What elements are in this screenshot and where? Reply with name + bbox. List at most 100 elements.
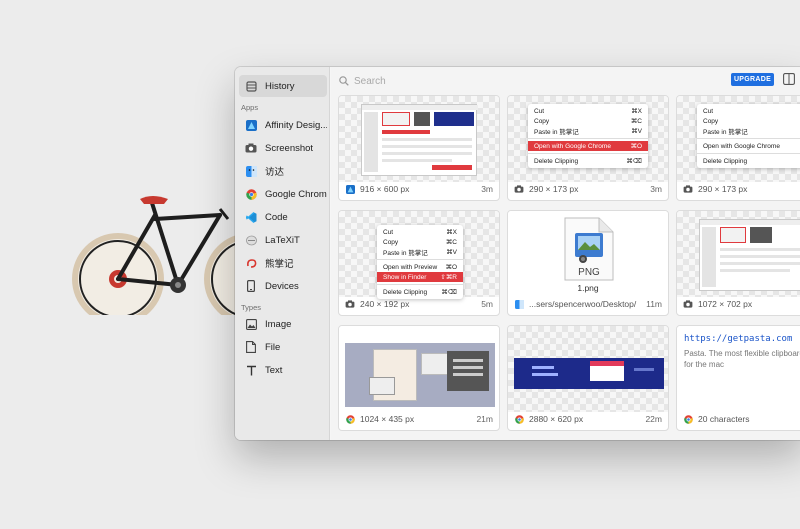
latexit-icon xyxy=(245,234,257,246)
finder-icon xyxy=(514,299,524,309)
sidebar: History Apps Affinity Desig... Screensho… xyxy=(235,67,330,440)
sidebar-item-bear[interactable]: 熊掌记 xyxy=(239,252,327,274)
png-file-icon: PNG xyxy=(564,217,614,281)
clip-time: 11m xyxy=(646,299,662,309)
sidebar-item-label: Text xyxy=(265,364,283,376)
clip-text: Pasta. The most flexible clipboard manag… xyxy=(684,349,800,369)
sidebar-item-affinity-designer[interactable]: Affinity Desig... xyxy=(239,114,327,136)
sidebar-item-label: Code xyxy=(265,211,288,223)
sidebar-item-label: 访达 xyxy=(265,167,285,178)
bicycle-illustration xyxy=(72,196,260,315)
finder-icon xyxy=(245,165,257,177)
camera-icon xyxy=(514,184,524,194)
sidebar-item-file[interactable]: File xyxy=(239,336,327,358)
sidebar-item-label: Image xyxy=(265,318,292,330)
chrome-icon xyxy=(514,414,524,424)
clip-card[interactable]: Cut ⌘X Copy ⌘C Paste in 熊掌记 ⌘V Open with Pr… xyxy=(338,210,500,316)
image-icon xyxy=(245,318,257,330)
camera-icon xyxy=(683,184,693,194)
clip-thumbnail xyxy=(339,96,499,182)
clip-link: https://getpasta.com xyxy=(684,334,793,344)
clip-description: 1024 × 435 px xyxy=(360,414,415,424)
sidebar-item-label: 熊掌记 xyxy=(265,259,294,270)
clip-card[interactable]: 1072 × 702 px xyxy=(676,210,800,316)
camera-icon xyxy=(245,142,257,154)
clip-thumbnail xyxy=(339,326,499,412)
sidebar-item-label: File xyxy=(265,341,281,353)
context-menu-preview: Cut⌘X Copy⌘C Paste in 熊掌记 Open with Goog… xyxy=(697,104,800,168)
clip-card[interactable]: Cut ⌘X Copy ⌘C Paste in 熊掌记 ⌘V Open with Go… xyxy=(507,95,669,201)
search-placeholder: Search xyxy=(354,75,386,87)
device-icon xyxy=(245,280,257,292)
clip-card[interactable]: 916 × 600 px 3m xyxy=(338,95,500,201)
clip-description: 2880 × 620 px xyxy=(529,414,584,424)
file-type-label: PNG xyxy=(578,267,600,278)
clip-time: 22m xyxy=(645,414,662,424)
search-input[interactable]: Search xyxy=(339,73,386,89)
sidebar-item-label: Devices xyxy=(265,280,299,292)
file-icon xyxy=(245,341,257,353)
clip-card[interactable]: Cut⌘X Copy⌘C Paste in 熊掌记 Open with Goog… xyxy=(676,95,800,201)
sidebar-item-history[interactable]: History xyxy=(239,75,327,97)
clip-thumbnail: PNG 1.png xyxy=(508,211,668,297)
sidebar-item-latexit[interactable]: LaTeXiT xyxy=(239,229,327,251)
sidebar-item-label: LaTeXiT xyxy=(265,234,300,246)
clip-time: 5m xyxy=(481,299,493,309)
clip-card[interactable]: https://getpasta.com Pasta. The most fle… xyxy=(676,325,800,431)
sidebar-item-devices[interactable]: Devices xyxy=(239,275,327,297)
clip-description: 290 × 173 px xyxy=(698,184,748,194)
clip-description: 20 characters xyxy=(698,414,750,424)
clip-thumbnail: Cut ⌘X Copy ⌘C Paste in 熊掌记 ⌘V Open with Go… xyxy=(508,96,668,182)
sidebar-item-finder[interactable]: 访达 xyxy=(239,160,327,182)
sidebar-item-text[interactable]: Text xyxy=(239,359,327,381)
file-name: 1.png xyxy=(577,283,599,293)
clip-thumbnail: Cut⌘X Copy⌘C Paste in 熊掌记 Open with Goog… xyxy=(677,96,800,182)
clip-thumbnail: Cut ⌘X Copy ⌘C Paste in 熊掌记 ⌘V Open with Pr… xyxy=(339,211,499,299)
upgrade-button[interactable]: UPGRADE xyxy=(731,73,774,86)
clip-time: 3m xyxy=(481,184,493,194)
clip-description: 290 × 173 px xyxy=(529,184,579,194)
clip-card[interactable]: PNG 1.png ...sers/spencerwoo/Desktop/ 11… xyxy=(507,210,669,316)
camera-icon xyxy=(683,299,693,309)
clip-thumbnail: https://getpasta.com Pasta. The most fle… xyxy=(677,326,800,412)
sidebar-item-label: Screenshot xyxy=(265,142,314,154)
bear-icon xyxy=(245,257,257,269)
chrome-icon xyxy=(245,188,257,200)
clip-time: 3m xyxy=(650,184,662,194)
context-menu-preview: Cut ⌘X Copy ⌘C Paste in 熊掌记 ⌘V Open with Go… xyxy=(528,104,648,168)
image-preview xyxy=(345,343,495,407)
sidebar-item-label: Google Chrome xyxy=(265,188,327,200)
vscode-icon xyxy=(245,211,257,223)
sidebar-item-code[interactable]: Code xyxy=(239,206,327,228)
sidebar-item-image[interactable]: Image xyxy=(239,313,327,335)
clip-card[interactable]: 2880 × 620 px 22m xyxy=(507,325,669,431)
apps-heading: Apps xyxy=(241,103,259,112)
history-icon xyxy=(245,80,257,92)
clip-description: 240 × 192 px xyxy=(360,299,410,309)
clip-description: 916 × 600 px xyxy=(360,184,410,194)
affinity-designer-icon xyxy=(345,184,355,194)
clip-time: 21m xyxy=(476,414,493,424)
clip-description: ...sers/spencerwoo/Desktop/ xyxy=(529,299,637,309)
sidebar-item-google-chrome[interactable]: Google Chrome xyxy=(239,183,327,205)
pasta-window: History Apps Affinity Desig... Screensho… xyxy=(235,67,800,440)
text-icon xyxy=(245,364,257,376)
chrome-icon xyxy=(345,414,355,424)
context-menu-preview: Cut ⌘X Copy ⌘C Paste in 熊掌记 ⌘V Open with Pr… xyxy=(377,225,463,299)
sidebar-item-label: History xyxy=(265,80,295,92)
window-layout-icon[interactable] xyxy=(783,73,795,85)
screenshot-preview xyxy=(699,219,800,291)
chrome-icon xyxy=(683,414,693,424)
sidebar-item-screenshot[interactable]: Screenshot xyxy=(239,137,327,159)
sidebar-item-label: Affinity Desig... xyxy=(265,119,327,131)
clip-thumbnail xyxy=(508,326,668,412)
image-preview xyxy=(514,358,664,389)
clip-thumbnail xyxy=(677,211,800,297)
affinity-designer-icon xyxy=(245,119,257,131)
clip-card[interactable]: 1024 × 435 px 21m xyxy=(338,325,500,431)
screenshot-preview xyxy=(361,104,478,176)
clips-panel: Search UPGRADE 916 × 600 px 3m Cut ⌘X Co… xyxy=(331,67,800,440)
clip-description: 1072 × 702 px xyxy=(698,299,753,309)
search-icon xyxy=(339,76,349,86)
types-heading: Types xyxy=(241,303,262,312)
